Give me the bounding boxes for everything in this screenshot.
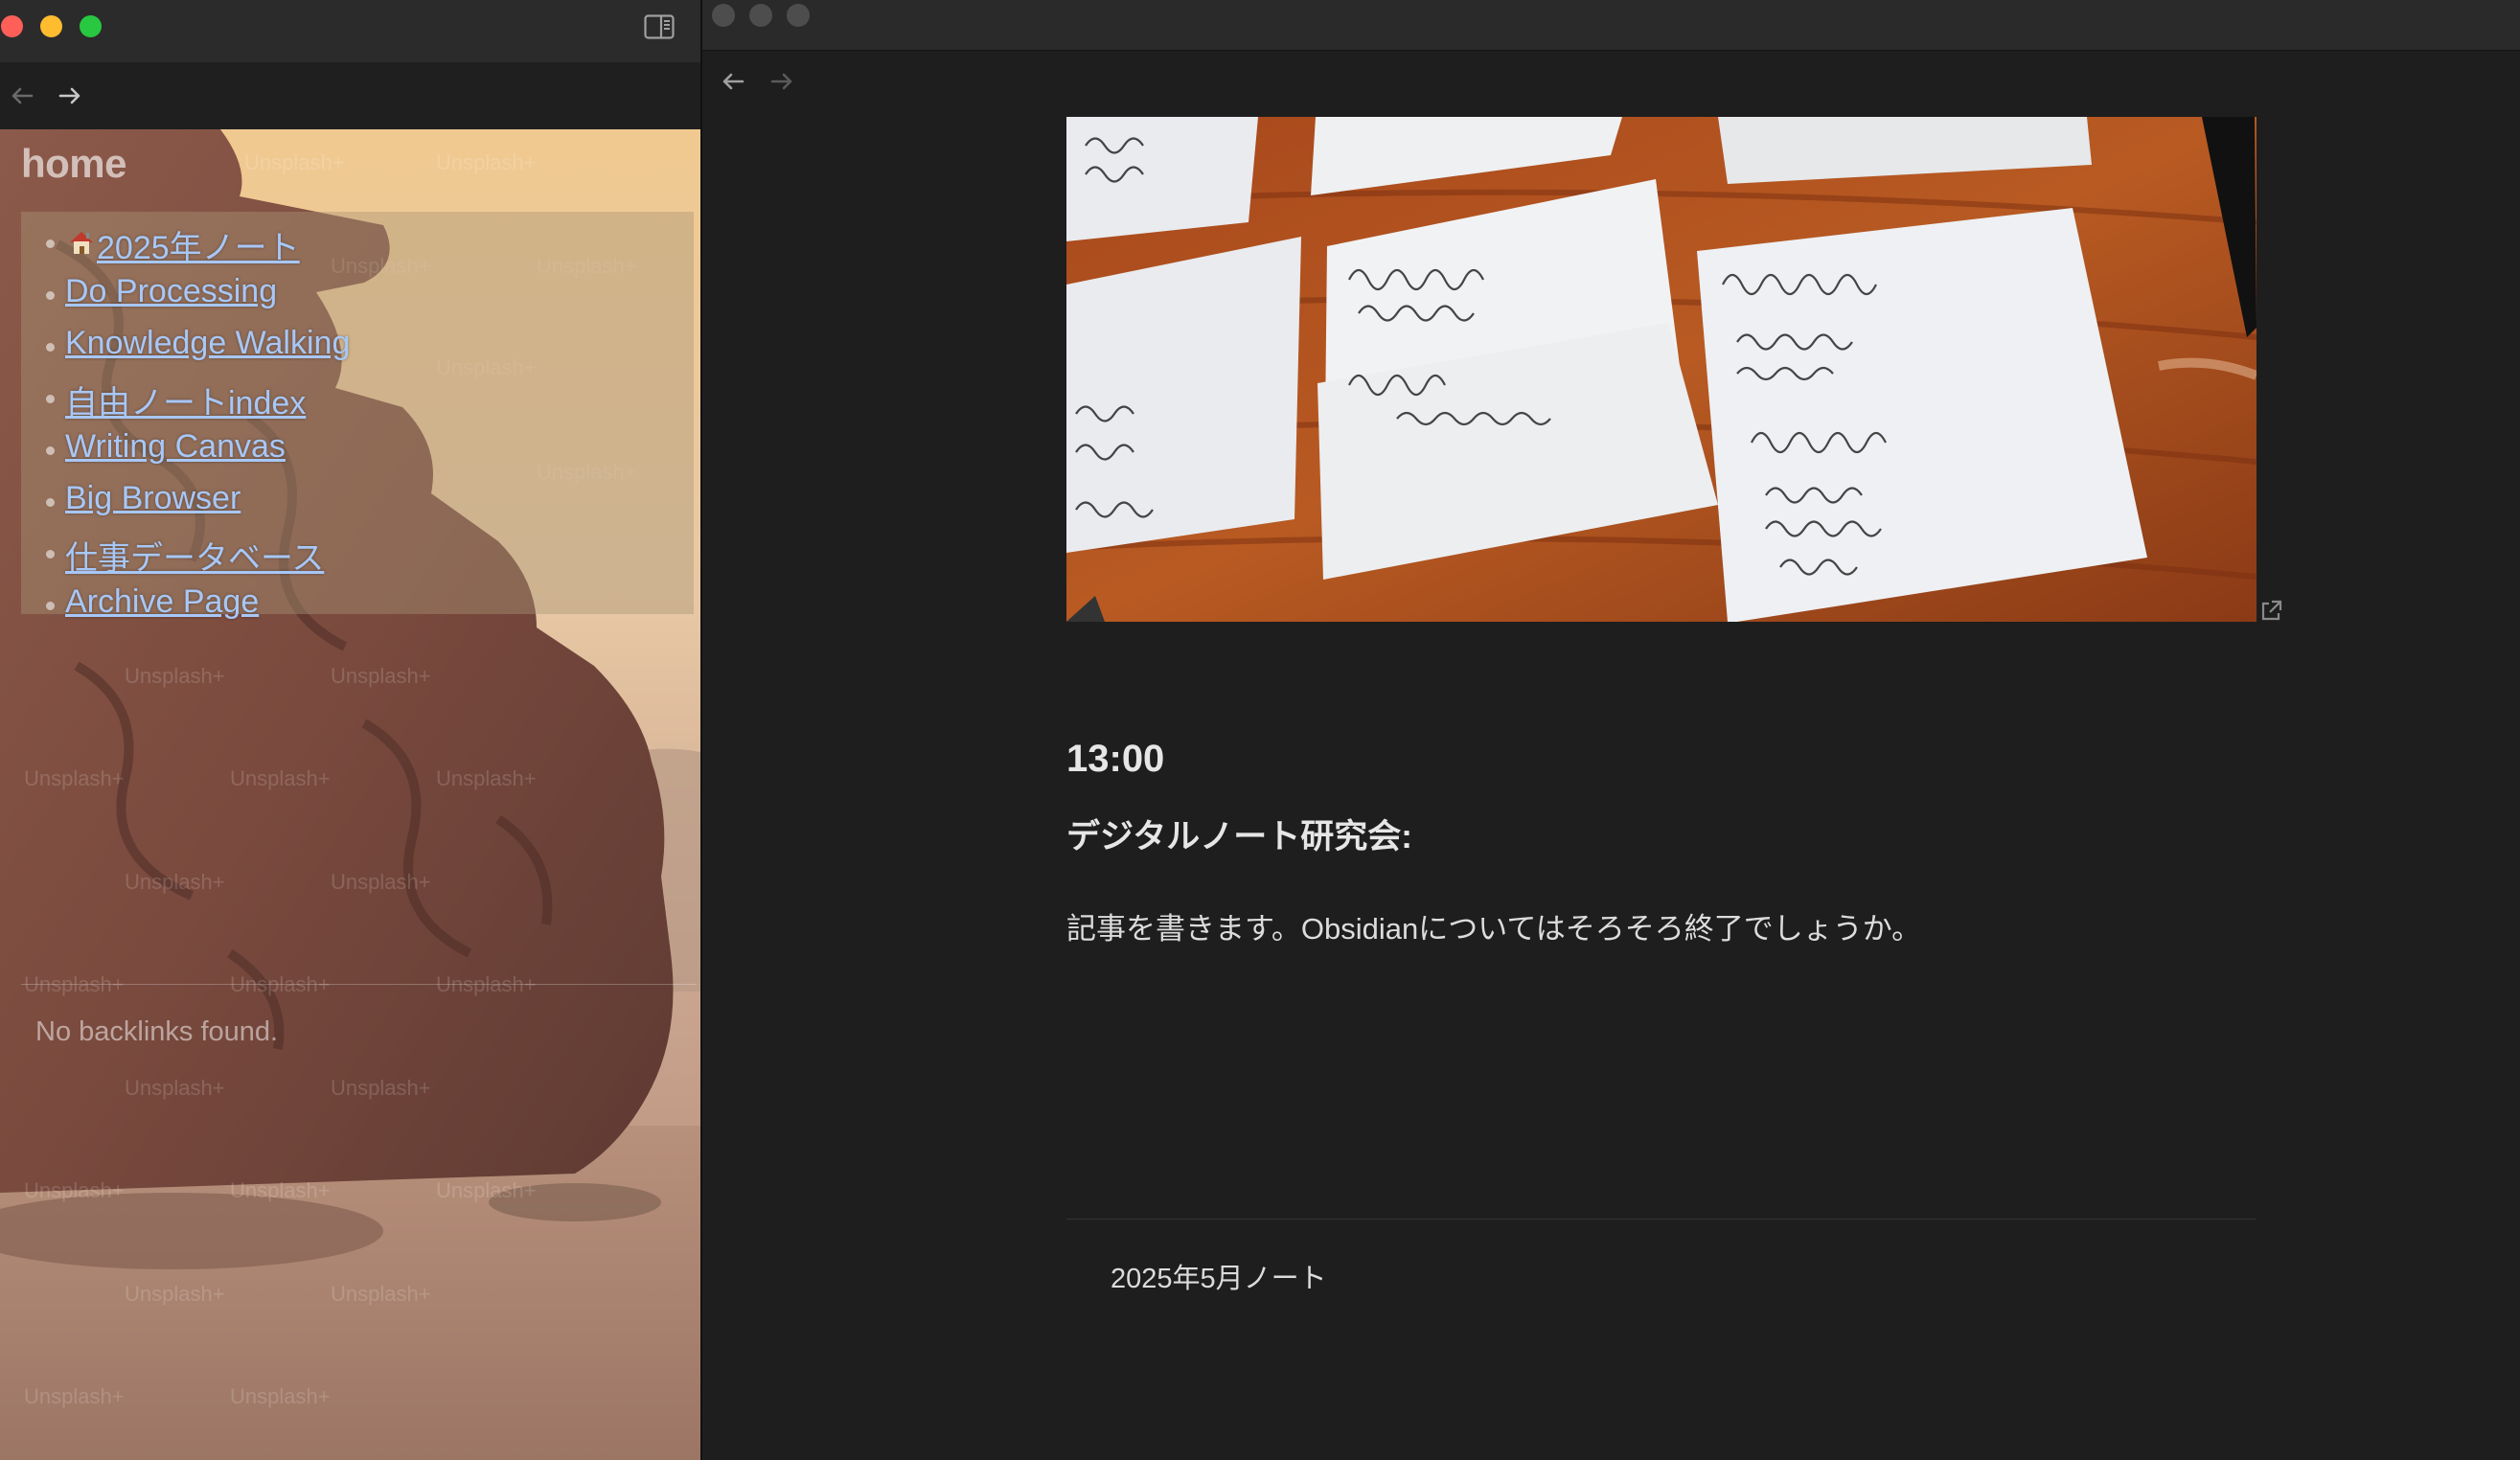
back-arrow-icon[interactable] — [717, 65, 749, 98]
bullet-dot — [46, 446, 55, 455]
forward-arrow-icon[interactable] — [54, 80, 86, 112]
watermark: Unsplash+ — [331, 664, 431, 688]
left-window: Unsplash+ Unsplash+ Unsplash+ Unsplash+ … — [0, 0, 700, 1460]
parent-note-link[interactable]: 2025年5月ノート — [1111, 1256, 1327, 1296]
left-titlebar — [0, 0, 700, 62]
minimize-window-button[interactable] — [40, 15, 62, 37]
watermark: Unsplash+ — [436, 1178, 537, 1202]
close-window-button[interactable] — [1, 15, 23, 37]
open-external-icon[interactable] — [2257, 597, 2285, 626]
footer-divider — [1066, 1219, 2257, 1220]
time-heading: 13:00 — [1066, 738, 1165, 780]
watermark: Unsplash+ — [125, 664, 225, 688]
watermark: Unsplash+ — [436, 150, 537, 174]
watermark: Unsplash+ — [436, 972, 537, 996]
watermark: Unsplash+ — [125, 1076, 225, 1100]
watermark: Unsplash+ — [125, 1282, 225, 1306]
link-work-database[interactable]: 仕事データベース — [65, 532, 324, 579]
backlinks-empty-message: No backlinks found. — [35, 1016, 279, 1047]
watermark: Unsplash+ — [230, 1178, 331, 1202]
left-navigation-bar — [0, 62, 700, 129]
watermark: Unsplash+ — [244, 150, 345, 174]
bullet-dot — [46, 602, 55, 610]
bullet-dot — [46, 343, 55, 352]
watermark: Unsplash+ — [24, 972, 125, 996]
maximize-window-button[interactable] — [80, 15, 102, 37]
link-knowledge-walking[interactable]: Knowledge Walking — [65, 325, 350, 362]
note-view: Unsplash+ Unsplash+ Unsplash+ Unsplash+ … — [0, 129, 700, 1460]
body-paragraph: 記事を書きます。Obsidianについてはそろそろ終了でしょうか。 — [1066, 912, 1922, 946]
bullet-dot — [46, 395, 55, 403]
bullet-dot — [46, 291, 55, 300]
watermark: Unsplash+ — [24, 766, 125, 790]
link-do-processing[interactable]: Do Processing — [65, 273, 277, 310]
watermark: Unsplash+ — [125, 870, 225, 894]
section-heading: デジタルノート研究会: — [1066, 818, 1412, 855]
maximize-window-button[interactable] — [787, 4, 810, 27]
link-big-browser[interactable]: Big Browser — [65, 480, 241, 517]
bullet-dot — [46, 240, 55, 248]
link-archive-page[interactable]: Archive Page — [65, 583, 259, 621]
sidebar-toggle-icon[interactable] — [644, 14, 675, 39]
watermark: Unsplash+ — [230, 972, 331, 996]
house-icon — [70, 232, 93, 254]
embedded-photo-handwritten-cards — [1066, 117, 2257, 622]
watermark: Unsplash+ — [230, 1384, 331, 1408]
watermark: Unsplash+ — [331, 1076, 431, 1100]
watermark: Unsplash+ — [436, 766, 537, 790]
watermark: Unsplash+ — [24, 1178, 125, 1202]
close-window-button[interactable] — [712, 4, 735, 27]
link-free-note-index[interactable]: 自由ノートindex — [65, 376, 306, 423]
watermark: Unsplash+ — [331, 870, 431, 894]
right-window: 13:00 デジタルノート研究会: 記事を書きます。Obsidianについてはそ… — [702, 0, 2520, 1460]
watermark: Unsplash+ — [331, 1282, 431, 1306]
link-writing-canvas[interactable]: Writing Canvas — [65, 428, 286, 466]
backlinks-divider — [21, 984, 697, 985]
forward-arrow-icon[interactable] — [766, 65, 798, 98]
right-titlebar — [702, 0, 2520, 51]
bullet-dot — [46, 550, 55, 559]
watermark: Unsplash+ — [230, 766, 331, 790]
bullet-dot — [46, 498, 55, 507]
link-2025-notes[interactable]: 2025年ノート — [97, 221, 300, 268]
watermark: Unsplash+ — [24, 1384, 125, 1408]
back-arrow-icon[interactable] — [6, 80, 38, 112]
note-title: home — [21, 141, 127, 186]
minimize-window-button[interactable] — [749, 4, 772, 27]
